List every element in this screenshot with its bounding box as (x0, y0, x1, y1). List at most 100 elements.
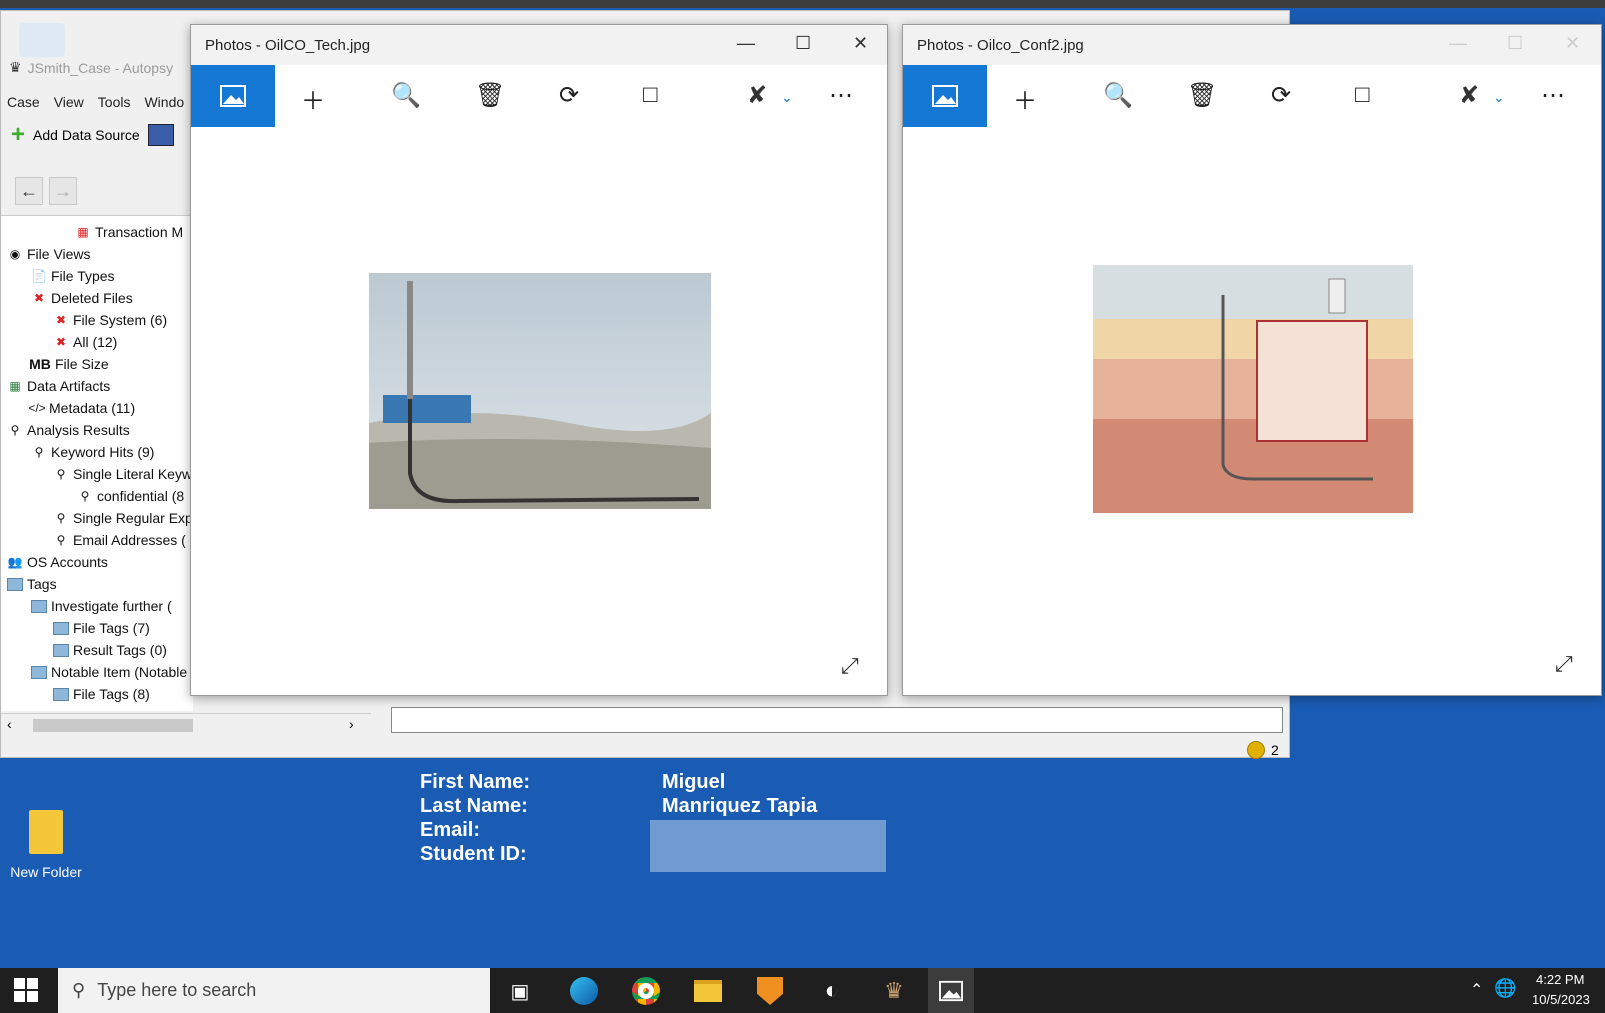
menu-tools[interactable]: Tools (98, 94, 131, 110)
tree-item[interactable]: ⚲ Analysis Results (7, 420, 130, 440)
taskbar-search-box[interactable]: ⚲ Type here to search (58, 968, 490, 1013)
clock-date[interactable]: 10/5/2023 (1532, 992, 1590, 1007)
images-icon (147, 124, 174, 146)
tree-item[interactable]: MB File Size (29, 354, 109, 374)
tag-folder-icon (53, 621, 69, 635)
magnifier-icon: ⚲ (56, 511, 66, 525)
more-options-icon[interactable]: ⋯ (1541, 81, 1565, 110)
zoom-in-icon[interactable]: 🔍 (391, 81, 421, 110)
tree-item[interactable]: ▦ Transaction M (75, 222, 183, 242)
add-icon[interactable]: ＋ (1013, 81, 1037, 116)
chevron-up-icon[interactable]: ⌃ (1470, 980, 1483, 1000)
back-arrow-icon[interactable]: ← (15, 177, 43, 205)
zoom-in-icon[interactable]: 🔍 (1103, 81, 1133, 110)
tree-item[interactable]: </> Metadata (11) (28, 398, 135, 418)
see-all-photos-button[interactable] (903, 65, 987, 127)
directory-tree: ▦ Transaction M ◉ File Views 📄 File Types ✖ Del… (1, 215, 193, 711)
clock-time[interactable]: 4:22 PM (1536, 972, 1584, 987)
chevron-down-icon[interactable]: ⌄ (1493, 89, 1505, 106)
file-explorer-icon[interactable] (692, 976, 724, 1006)
tree-item[interactable]: ⚲ Single Regular Exp (53, 508, 193, 528)
photos-taskbar-icon[interactable] (928, 968, 974, 1013)
chrome-icon[interactable] (630, 976, 662, 1006)
menu-view[interactable]: View (54, 94, 84, 110)
close-icon[interactable]: ✕ (853, 33, 868, 54)
edge-icon[interactable] (568, 976, 600, 1006)
security-app-icon[interactable] (754, 976, 786, 1006)
delete-icon[interactable]: 🗑 (475, 81, 505, 110)
menu-window[interactable]: Windo (144, 94, 184, 110)
first-name-value: Miguel (662, 771, 726, 793)
see-all-photos-button[interactable] (191, 65, 275, 127)
deleted-file-icon: ✖ (55, 335, 67, 349)
expand-icon[interactable]: ⤢ (841, 653, 859, 679)
tree-item[interactable]: ⚲ Keyword Hits (9) (31, 442, 155, 462)
photos-title-bar-2: Photos - Oilco_Conf2.jpg (903, 25, 1601, 65)
delete-icon[interactable]: 🗑 (1187, 81, 1217, 110)
edit-draw-icon[interactable]: ✘ (747, 81, 767, 110)
rotate-icon[interactable]: ⟳ (1271, 81, 1291, 110)
edit-draw-icon[interactable]: ✘ (1459, 81, 1479, 110)
add-data-source-button[interactable]: + Add Data Source (11, 121, 174, 149)
photo-icon (939, 980, 963, 1001)
tree-item-label: Notable Item (Notable (51, 664, 188, 680)
tree-item[interactable]: Tags (7, 574, 57, 594)
tree-item[interactable]: ◉ File Views (7, 244, 91, 264)
deleted-file-icon: ✖ (55, 313, 67, 327)
notification-icon (1247, 741, 1265, 759)
app-icon[interactable]: ◐ (816, 976, 848, 1006)
tree-item[interactable]: ⚲ confidential (8 (77, 486, 185, 506)
add-icon[interactable]: ＋ (301, 81, 325, 116)
tree-item[interactable]: 📄 File Types (31, 266, 115, 286)
scrollbar-thumb[interactable] (33, 719, 193, 732)
rotate-icon[interactable]: ⟳ (559, 81, 579, 110)
tree-item[interactable]: Result Tags (0) (53, 640, 167, 660)
scroll-left-icon[interactable]: ‹ (7, 716, 12, 732)
forward-arrow-icon[interactable]: → (49, 177, 77, 205)
maximize-icon[interactable]: ☐ (1507, 33, 1523, 54)
tree-item[interactable]: 👥 OS Accounts (7, 552, 108, 572)
tree-item-label: File Tags (8) (73, 686, 150, 702)
tree-item[interactable]: ✖ Deleted Files (31, 288, 133, 308)
scroll-right-icon[interactable]: › (349, 716, 354, 732)
more-options-icon[interactable]: ⋯ (829, 81, 853, 110)
tree-item[interactable]: Notable Item (Notable (31, 662, 187, 682)
minimize-icon[interactable]: — (737, 33, 755, 54)
close-icon[interactable]: ✕ (1565, 33, 1580, 54)
add-data-source-label: Add Data Source (33, 127, 140, 143)
minimize-icon[interactable]: — (1449, 33, 1467, 54)
autopsy-content-viewer (391, 707, 1283, 733)
windows-start-icon[interactable] (14, 978, 38, 1002)
tree-item[interactable]: ✖ All (12) (53, 332, 117, 352)
tree-item[interactable]: ⚲ Single Literal Keyw (53, 464, 192, 484)
tree-item-label: Result Tags (0) (73, 642, 167, 658)
deleted-icon: ✖ (33, 291, 45, 305)
tag-folder-icon (31, 665, 47, 679)
tree-item[interactable]: Investigate further ( (31, 596, 172, 616)
menu-case[interactable]: Case (7, 94, 40, 110)
top-edge (0, 0, 1605, 8)
crop-icon[interactable]: □ (643, 81, 658, 109)
autopsy-logo-icon: ♛ (9, 59, 22, 75)
recycle-bin-icon[interactable] (19, 23, 65, 57)
task-view-icon[interactable]: ▣ (504, 976, 536, 1006)
photos-title: Photos - OilCO_Tech.jpg (205, 36, 371, 54)
notifications-indicator[interactable]: 2 (1247, 741, 1279, 759)
maximize-icon[interactable]: ☐ (795, 33, 811, 54)
tree-item[interactable]: ▦ Data Artifacts (7, 376, 110, 396)
tree-item[interactable]: File Tags (7) (53, 618, 150, 638)
student-id-label: Student ID: (420, 843, 527, 865)
tree-item[interactable]: ✖ File System (6) (53, 310, 167, 330)
new-folder-desktop-item[interactable]: New Folder (6, 810, 86, 880)
tree-item[interactable]: ⚲ Email Addresses ( (53, 530, 186, 550)
tree-horizontal-scrollbar[interactable]: ‹ › (1, 713, 371, 735)
expand-icon[interactable]: ⤢ (1555, 651, 1573, 677)
tree-item-label: Analysis Results (27, 422, 130, 438)
globe-icon[interactable]: 🌐 (1494, 978, 1516, 999)
crop-icon[interactable]: □ (1355, 81, 1370, 109)
tree-item[interactable]: File Tags (8) (53, 684, 150, 704)
mb-icon: MB (29, 356, 51, 372)
chevron-down-icon[interactable]: ⌄ (781, 89, 793, 106)
autopsy-title: JSmith_Case - Autopsy (27, 59, 174, 76)
autopsy-taskbar-icon[interactable]: ♛ (878, 976, 910, 1006)
